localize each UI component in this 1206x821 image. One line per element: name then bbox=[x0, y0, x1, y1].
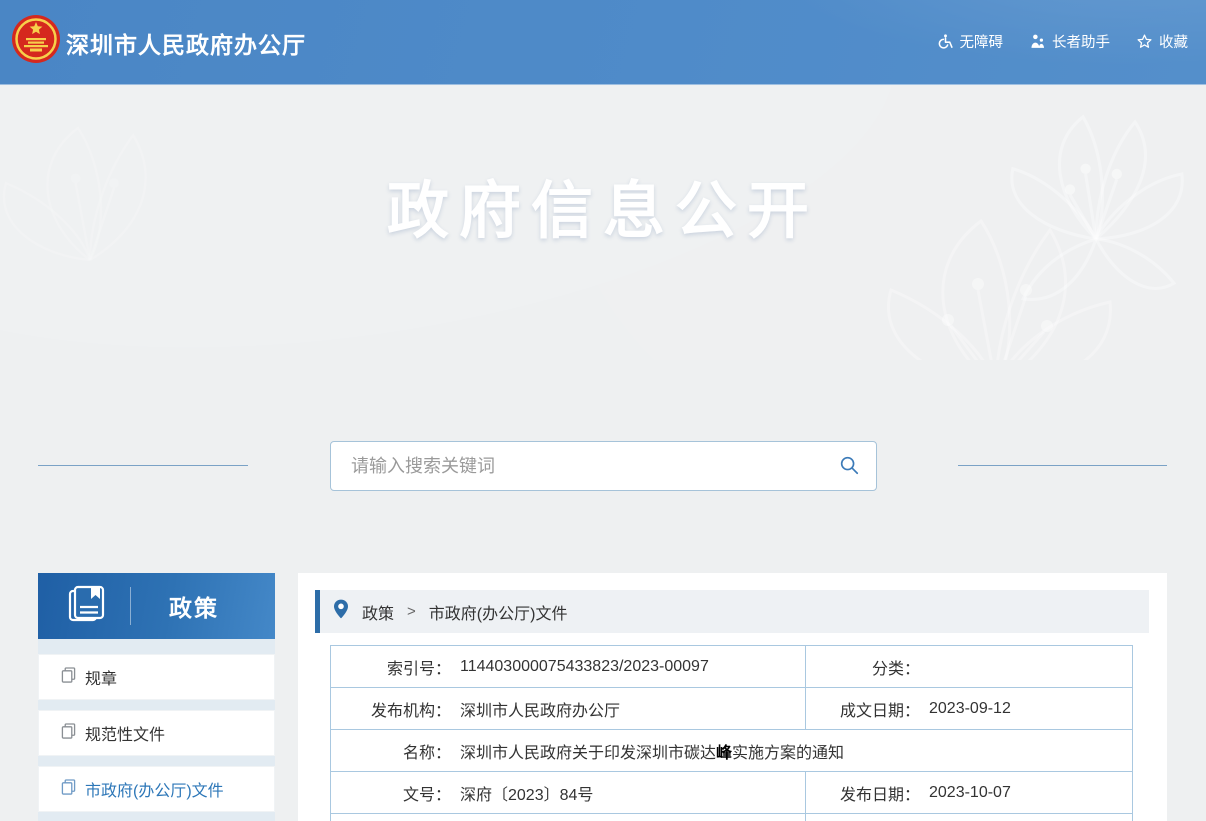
site-title: 深圳市人民政府办公厅 bbox=[66, 26, 306, 60]
search-right-divider bbox=[958, 465, 1167, 466]
publish-date-cell: 发布日期： 2023-10-07 bbox=[805, 772, 1132, 813]
star-icon bbox=[1136, 33, 1153, 50]
book-icon bbox=[66, 584, 108, 629]
sidebar-item-label: 规章 bbox=[85, 665, 117, 689]
favorite-link[interactable]: 收藏 bbox=[1136, 31, 1188, 52]
partial-cell bbox=[331, 814, 805, 821]
main-panel: 政策 > 市政府(办公厅)文件 索引号： 114403000075433823/… bbox=[298, 573, 1167, 821]
issuing-agency-value: 深圳市人民政府办公厅 bbox=[460, 697, 620, 721]
page: 深圳市人民政府办公厅 无障碍 bbox=[0, 0, 1206, 821]
sidebar-header: 政策 bbox=[38, 573, 275, 639]
document-name-value: 深圳市人民政府关于印发深圳市碳达峰实施方案的通知 bbox=[460, 739, 844, 763]
table-row-partial bbox=[331, 814, 1132, 821]
written-date-label: 成文日期： bbox=[806, 697, 920, 721]
written-date-value: 2023-09-12 bbox=[929, 700, 1011, 718]
document-name-suffix: 实施方案的通知 bbox=[732, 745, 844, 762]
index-number-value: 114403000075433823/2023-00097 bbox=[460, 658, 709, 676]
table-row: 文号： 深府〔2023〕84号 发布日期： 2023-10-07 bbox=[331, 772, 1132, 814]
publish-date-value: 2023-10-07 bbox=[929, 784, 1011, 802]
sidebar-item-label: 市政府(办公厅)文件 bbox=[85, 777, 224, 801]
document-number-label: 文号： bbox=[331, 781, 451, 805]
page-title: 政府信息公开 bbox=[387, 160, 819, 250]
sidebar-title: 政策 bbox=[169, 589, 219, 623]
location-pin-icon bbox=[333, 599, 349, 624]
table-row: 索引号： 114403000075433823/2023-00097 分类： bbox=[331, 646, 1132, 688]
document-name-cell: 名称： 深圳市人民政府关于印发深圳市碳达峰实施方案的通知 bbox=[331, 730, 1132, 771]
written-date-cell: 成文日期： 2023-09-12 bbox=[805, 688, 1132, 729]
document-meta-table: 索引号： 114403000075433823/2023-00097 分类： 发… bbox=[330, 645, 1133, 821]
category-cell: 分类： bbox=[805, 646, 1132, 687]
document-icon bbox=[61, 667, 76, 688]
document-icon bbox=[61, 779, 76, 800]
document-name-highlight: 峰 bbox=[716, 745, 732, 762]
elder-assist-link[interactable]: 长者助手 bbox=[1029, 31, 1110, 52]
lily-flower-decoration-3 bbox=[0, 116, 210, 356]
document-number-value: 深府〔2023〕84号 bbox=[460, 781, 593, 805]
sidebar-item-regulations[interactable]: 规章 bbox=[38, 654, 275, 700]
search-left-divider bbox=[38, 465, 248, 466]
breadcrumb-accent-bar bbox=[315, 590, 320, 633]
search-icon bbox=[838, 454, 860, 479]
lily-flower-decoration-2 bbox=[846, 206, 1146, 360]
breadcrumb-policy-link[interactable]: 政策 bbox=[362, 600, 394, 624]
breadcrumb-current: 市政府(办公厅)文件 bbox=[429, 600, 568, 624]
sidebar-menu: 规章 规范性文件 市政府(办公厅)文件 bbox=[38, 639, 275, 812]
elder-assist-icon bbox=[1029, 33, 1046, 50]
search-bar bbox=[330, 441, 877, 491]
sidebar-item-label: 规范性文件 bbox=[85, 721, 165, 745]
banner: 政府信息公开 bbox=[0, 86, 1206, 360]
document-name-prefix: 深圳市人民政府关于印发深圳市碳达 bbox=[460, 745, 716, 762]
document-icon bbox=[61, 723, 76, 744]
sidebar-item-normative-documents[interactable]: 规范性文件 bbox=[38, 710, 275, 756]
issuing-agency-label: 发布机构： bbox=[331, 697, 451, 721]
index-number-cell: 索引号： 114403000075433823/2023-00097 bbox=[331, 646, 805, 687]
category-label: 分类： bbox=[806, 655, 920, 679]
issuing-agency-cell: 发布机构： 深圳市人民政府办公厅 bbox=[331, 688, 805, 729]
wheelchair-icon bbox=[937, 33, 954, 50]
document-number-cell: 文号： 深府〔2023〕84号 bbox=[331, 772, 805, 813]
table-row: 发布机构： 深圳市人民政府办公厅 成文日期： 2023-09-12 bbox=[331, 688, 1132, 730]
search-input[interactable] bbox=[331, 456, 822, 477]
accessibility-link[interactable]: 无障碍 bbox=[937, 31, 1004, 52]
topbar-links: 无障碍 长者助手 收藏 bbox=[937, 31, 1189, 52]
sidebar-header-divider bbox=[130, 587, 131, 625]
sidebar: 政策 规章 规范性文件 bbox=[38, 573, 275, 821]
sidebar-item-municipal-government-documents[interactable]: 市政府(办公厅)文件 bbox=[38, 766, 275, 812]
table-row: 名称： 深圳市人民政府关于印发深圳市碳达峰实施方案的通知 bbox=[331, 730, 1132, 772]
document-name-label: 名称： bbox=[331, 739, 451, 763]
index-number-label: 索引号： bbox=[331, 655, 451, 679]
breadcrumb: 政策 > 市政府(办公厅)文件 bbox=[315, 590, 1149, 633]
partial-cell bbox=[805, 814, 1132, 821]
search-button[interactable] bbox=[822, 442, 876, 490]
accessibility-label: 无障碍 bbox=[960, 31, 1004, 52]
breadcrumb-separator: > bbox=[407, 603, 416, 620]
national-emblem-icon bbox=[11, 14, 61, 64]
topbar: 深圳市人民政府办公厅 无障碍 bbox=[0, 0, 1206, 85]
elder-assist-label: 长者助手 bbox=[1052, 31, 1110, 52]
publish-date-label: 发布日期： bbox=[806, 781, 920, 805]
favorite-label: 收藏 bbox=[1159, 31, 1188, 52]
